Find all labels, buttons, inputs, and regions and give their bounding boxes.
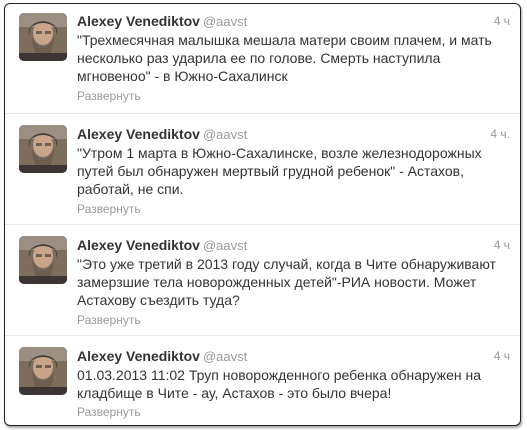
tweet-time[interactable]: 4 ч [494, 236, 510, 254]
tweet-text: "Трехмесячная малышка мешала матери свои… [77, 32, 492, 84]
author-handle[interactable]: @aavst [203, 349, 247, 364]
tweet-time[interactable]: 4 ч [494, 12, 510, 30]
tweet-item[interactable]: Alexey Venediktov @aavst 4 ч 01.03.2013 1… [5, 337, 520, 425]
expand-link[interactable]: Развернуть [77, 89, 141, 103]
author-handle[interactable]: @aavst [203, 238, 247, 253]
tweet-text: "Утром 1 марта в Южно-Сахалинске, возле … [77, 145, 482, 197]
tweet-item[interactable]: Alexey Venediktov @aavst 4 ч "Трехмесячна… [5, 4, 520, 114]
avatar[interactable] [19, 125, 67, 173]
tweet-timeline: Alexey Venediktov @aavst 4 ч "Трехмесячна… [4, 3, 521, 426]
tweet-item[interactable]: Alexey Venediktov @aavst 4 ч "Это уже тре… [5, 226, 520, 336]
author-name[interactable]: Alexey Venediktov [77, 126, 200, 142]
author-name[interactable]: Alexey Venediktov [77, 237, 200, 253]
author-handle[interactable]: @aavst [203, 127, 247, 142]
author-name[interactable]: Alexey Venediktov [77, 348, 200, 364]
avatar[interactable] [19, 236, 67, 284]
author-handle[interactable]: @aavst [203, 14, 247, 29]
expand-link[interactable]: Развернуть [77, 405, 141, 419]
tweet-item[interactable]: Alexey Venediktov @aavst 4 ч. "Утром 1 ма… [5, 115, 520, 225]
author-name[interactable]: Alexey Venediktov [77, 13, 200, 29]
expand-link[interactable]: Развернуть [77, 202, 141, 216]
avatar[interactable] [19, 347, 67, 395]
expand-link[interactable]: Развернуть [77, 313, 141, 327]
tweet-time[interactable]: 4 ч [494, 347, 510, 365]
tweet-text: "Это уже третий в 2013 году случай, когд… [77, 256, 496, 308]
tweet-text: 01.03.2013 11:02 Труп новорожденного реб… [77, 367, 482, 401]
avatar[interactable] [19, 13, 67, 61]
tweet-time[interactable]: 4 ч. [490, 125, 510, 143]
